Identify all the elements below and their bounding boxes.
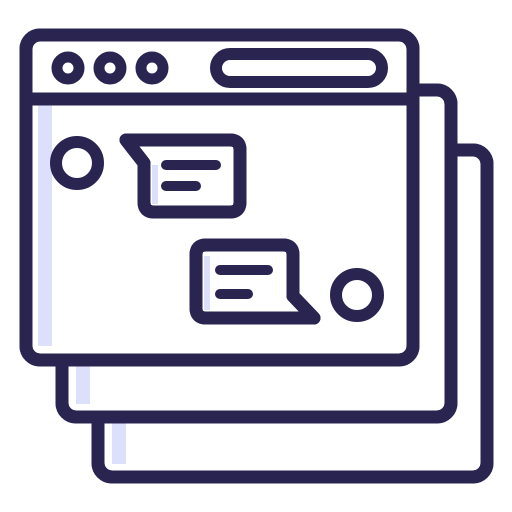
icon-stage — [0, 0, 512, 512]
chat-windows-icon — [19, 28, 494, 484]
window-control-dots-icon — [51, 51, 169, 85]
avatar-icon — [330, 268, 384, 322]
chat-bubble-icon — [189, 238, 321, 325]
avatar-icon — [50, 136, 104, 190]
address-bar-icon — [210, 48, 388, 88]
chat-bubble-icon — [119, 133, 247, 219]
